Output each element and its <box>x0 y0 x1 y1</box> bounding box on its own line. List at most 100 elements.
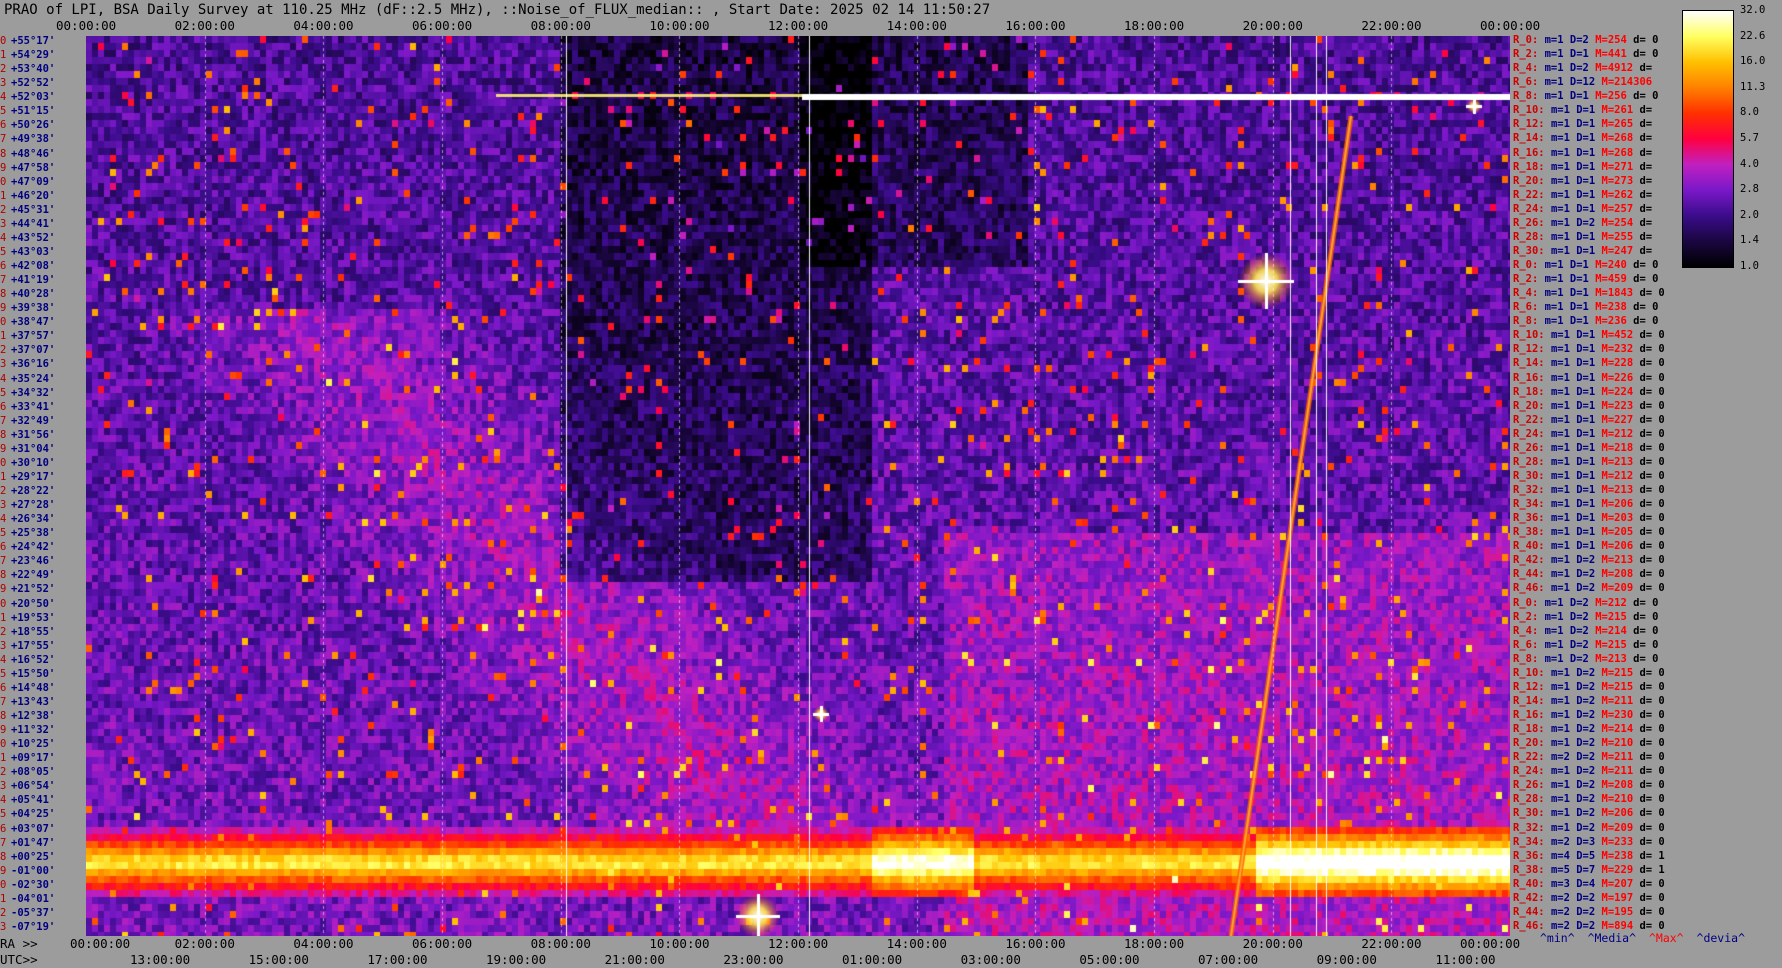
stat-row: R_32: m=1 D=1 M=213 d= 0 <box>1513 484 1665 496</box>
dec-label: 0 +10°25' <box>0 738 56 751</box>
stat-row: R_14: m=1 D=1 M=268 d= <box>1513 132 1653 145</box>
top-tick-label: 22:00:00 <box>1361 18 1422 33</box>
stat-row: R_12: m=1 D=2 M=215 d= 0 <box>1513 680 1665 693</box>
stat-row: R_6: m=1 D=2 M=215 d= 0 <box>1513 638 1659 651</box>
stat-row: R_44: m=1 D=2 M=208 d= 0 <box>1513 568 1665 581</box>
utc-tick-label: 15:00:00 <box>248 952 309 967</box>
top-tick-label: 20:00:00 <box>1242 18 1303 33</box>
stat-row: R_42: m=1 D=2 M=213 d= 0 <box>1513 554 1665 567</box>
stat-row: R_14: m=1 D=1 M=228 d= 0 <box>1513 357 1665 370</box>
ra-axis-label: RA >> <box>0 936 38 951</box>
stat-row: R_32: m=1 D=2 M=209 d= 0 <box>1513 821 1665 834</box>
stat-row: R_28: m=1 D=1 M=255 d= <box>1513 230 1653 243</box>
stat-row: R_2: m=1 D=1 M=459 d= 0 <box>1513 273 1659 286</box>
dec-label: 7 +01°47' <box>0 836 56 849</box>
stat-row: R_20: m=1 D=2 M=210 d= 0 <box>1513 737 1665 750</box>
dec-label: 3 +17°55' <box>0 639 56 652</box>
ra-tick-label: 18:00:00 <box>1124 936 1185 951</box>
dec-label: 9 +31°04' <box>0 442 56 455</box>
dec-label: 7 +23°46' <box>0 555 56 568</box>
top-tick-label: 04:00:00 <box>293 18 354 33</box>
dec-label: 9 +11°32' <box>0 724 56 737</box>
dec-label: 5 +43°03' <box>0 245 56 258</box>
stat-row: R_28: m=1 D=1 M=213 d= 0 <box>1513 455 1665 468</box>
top-tick-label: 00:00:00 <box>56 18 117 33</box>
top-tick-label: 16:00:00 <box>1005 18 1066 33</box>
stat-row: R_8: m=1 D=1 M=256 d= 0 <box>1513 90 1659 103</box>
ra-tick-label: 00:00:00 <box>70 936 131 951</box>
declination-axis: 0 +55°17' 1 +54°29' 2 +53°40' 3 +52°52' 4 +52°03'… <box>0 35 86 936</box>
stat-row: R_6: m=1 D=1 M=238 d= 0 <box>1513 301 1659 314</box>
utc-tick-label: 01:00:00 <box>842 952 903 967</box>
dec-label: 4 +26°34' <box>0 513 56 526</box>
utc-tick-label: 09:00:00 <box>1316 952 1377 967</box>
dec-label: 8 +12°38' <box>0 710 56 722</box>
stat-row: R_30: m=1 D=2 M=206 d= 0 <box>1513 807 1665 820</box>
dec-label: 5 +51°15' <box>0 105 56 118</box>
top-time-axis: 00:00:00 02:00:00 04:00:00 06:00:00 08:00:00… <box>0 18 1782 33</box>
dec-label: 9 +39°38' <box>0 302 56 315</box>
stat-row: R_6: m=1 D=12 M=214306 <box>1513 76 1653 89</box>
legend-devia: ^devia^ <box>1696 931 1745 945</box>
dec-label: 4 +43°52' <box>0 231 56 244</box>
stat-row: R_20: m=1 D=1 M=223 d= 0 <box>1513 399 1665 412</box>
dec-label: 6 +50°26' <box>0 119 56 132</box>
dec-label: 0 +55°17' <box>0 35 56 47</box>
ra-tick-label: 08:00:00 <box>530 936 591 951</box>
utc-tick-label: 03:00:00 <box>960 952 1021 967</box>
stat-row: R_10: m=1 D=1 M=452 d= 0 <box>1513 329 1665 342</box>
stat-row: R_24: m=1 D=1 M=257 d= <box>1513 202 1653 215</box>
dec-label: 8 +40°28' <box>0 288 56 301</box>
utc-tick-label: 23:00:00 <box>723 952 784 967</box>
legend-media: ^Media^ <box>1587 931 1637 945</box>
dec-label: 4 +35°24' <box>0 372 56 385</box>
stat-row: R_20: m=1 D=1 M=273 d= <box>1513 174 1653 187</box>
colorbar-tick-label: 4.0 <box>1740 157 1759 170</box>
dec-label: 0 +20°50' <box>0 597 56 610</box>
dec-label: 6 +14°48' <box>0 681 56 694</box>
dec-label: 1 +37°57' <box>0 330 56 343</box>
dec-label: 1 +46°20' <box>0 189 56 202</box>
stats-panel: R_0: m=1 D=2 M=254 d= 0 R_2: m=1 D=1 M=4… <box>1513 34 1683 936</box>
stat-row: R_14: m=1 D=2 M=211 d= 0 <box>1513 694 1665 707</box>
footer-legend: ^min^ ^Media^ ^Max^ ^devia^ <box>1540 931 1751 945</box>
colorbar-tick-label: 2.0 <box>1740 208 1759 221</box>
colorbar-tick-label: 22.6 <box>1740 29 1766 42</box>
dec-label: 2 +45°31' <box>0 203 56 216</box>
ra-tick-label: 04:00:00 <box>293 936 354 951</box>
utc-tick-label: 19:00:00 <box>486 952 547 967</box>
colorbar-tick-label: 1.4 <box>1740 234 1759 247</box>
colorbar: 32.0 22.6 16.0 11.3 8.0 5.7 4.0 2.8 2.0 1.4 1.0 <box>1682 4 1782 272</box>
dec-label: 2 +08°05' <box>0 766 56 779</box>
stat-row: R_0: m=1 D=2 M=212 d= 0 <box>1513 596 1659 609</box>
colorbar-gradient <box>1682 10 1734 268</box>
stat-row: R_34: m=1 D=1 M=206 d= 0 <box>1513 498 1665 511</box>
dec-label: 8 +48°46' <box>0 147 56 160</box>
stat-row: R_24: m=1 D=2 M=211 d= 0 <box>1513 765 1665 778</box>
stat-row: R_8: m=1 D=2 M=213 d= 0 <box>1513 652 1659 665</box>
page-title: PRAO of LPI, BSA Daily Survey at 110.25 … <box>4 2 991 18</box>
dec-label: 3 +06°54' <box>0 780 56 793</box>
stat-row: R_36: m=4 D=5 M=238 d= 1 <box>1513 849 1665 862</box>
heatmap-plot <box>86 36 1510 936</box>
dec-label: 9 +47°58' <box>0 161 56 174</box>
dec-label: 6 +03°07' <box>0 822 56 835</box>
stat-row: R_10: m=1 D=2 M=215 d= 0 <box>1513 666 1665 679</box>
ra-tick-label: 00:00:00 <box>1460 936 1521 951</box>
colorbar-tick-label: 1.0 <box>1740 260 1759 272</box>
stat-row: R_22: m=1 D=1 M=227 d= 0 <box>1513 413 1665 426</box>
top-tick-label: 06:00:00 <box>412 18 473 33</box>
dec-label: 6 +42°08' <box>0 260 56 272</box>
dec-label: 9 -01°00' <box>0 864 56 877</box>
stat-row: R_26: m=1 D=2 M=208 d= 0 <box>1513 779 1665 792</box>
stat-row: R_18: m=1 D=1 M=271 d= <box>1513 160 1653 173</box>
utc-tick-label: 07:00:00 <box>1198 952 1259 967</box>
ra-tick-label: 12:00:00 <box>768 936 829 951</box>
stat-row: R_2: m=1 D=2 M=215 d= 0 <box>1513 610 1659 623</box>
dec-label: 1 +29°17' <box>0 470 56 483</box>
ra-tick-label: 16:00:00 <box>1005 936 1066 951</box>
dec-label: 7 +32°49' <box>0 414 56 427</box>
dec-label: 9 +21°52' <box>0 583 56 596</box>
stat-row: R_26: m=1 D=2 M=254 d= <box>1513 216 1653 229</box>
dec-label: 4 +16°52' <box>0 653 56 666</box>
